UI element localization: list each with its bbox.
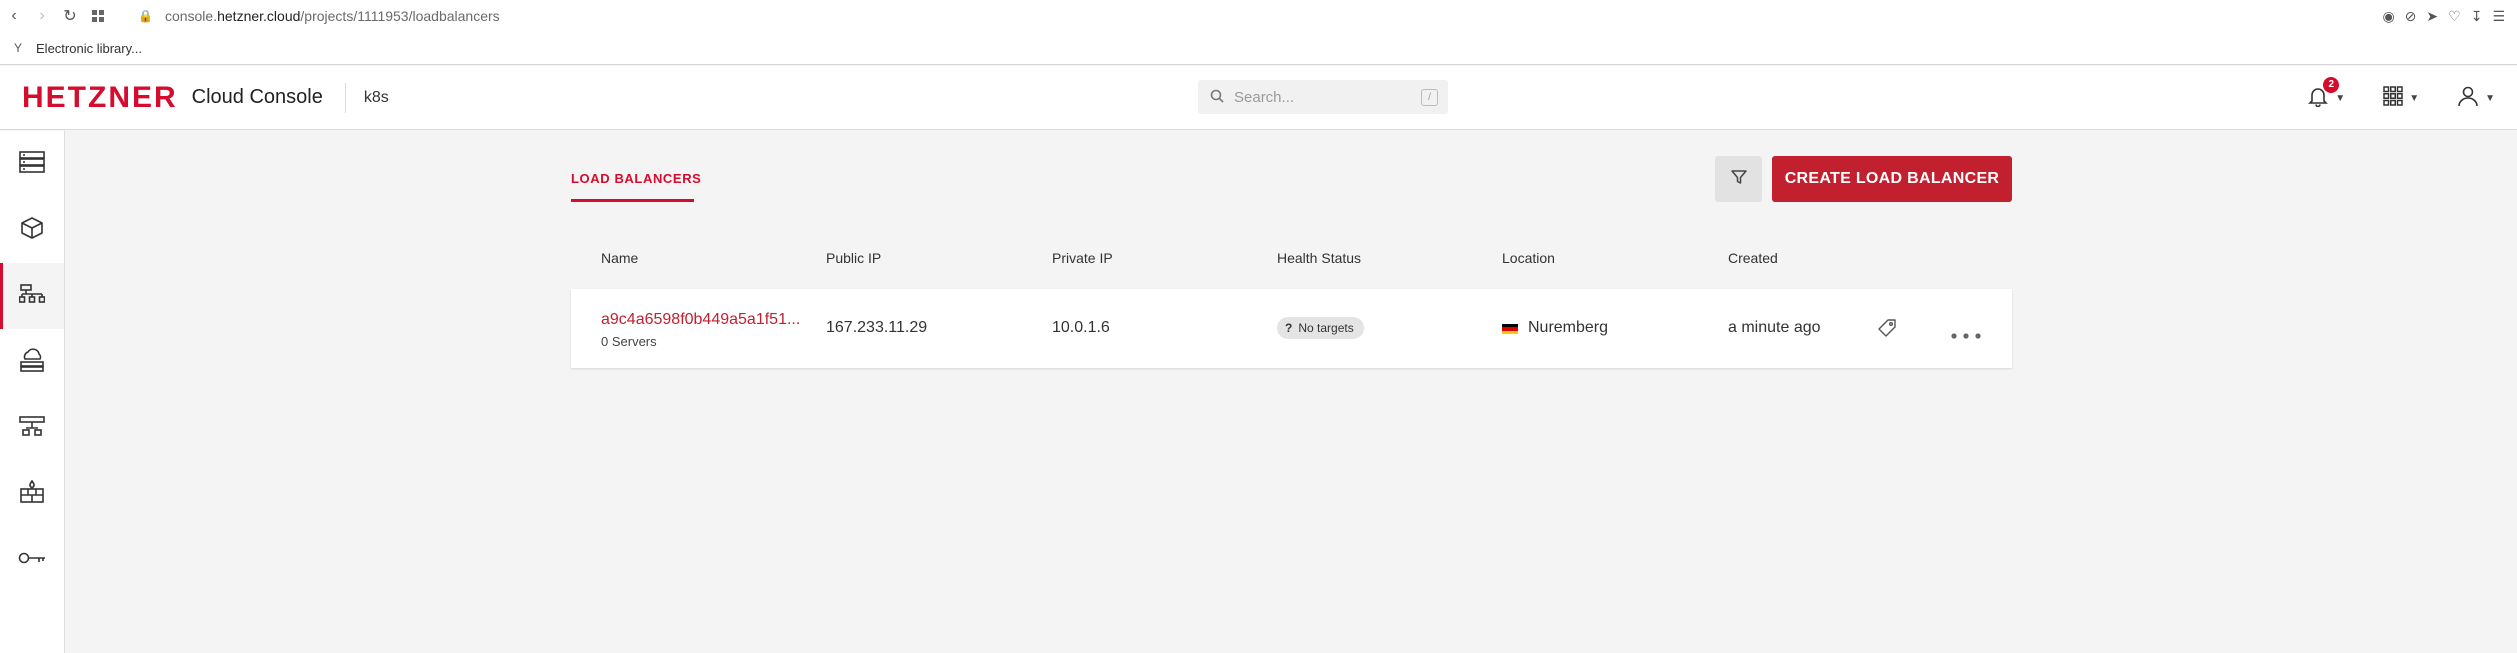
created-time: a minute ago <box>1728 319 1821 336</box>
column-header-location[interactable]: Location <box>1502 250 1555 266</box>
chevron-down-icon: ▼ <box>2409 92 2420 104</box>
load-balancer-icon <box>18 283 46 309</box>
tag-icon[interactable] <box>1877 318 1897 343</box>
create-load-balancer-button[interactable]: CREATE LOAD BALANCER <box>1772 156 2012 202</box>
firewall-icon <box>19 478 45 509</box>
address-bar[interactable]: 🔒 console. hetzner.cloud/projects/1111953… <box>126 8 500 24</box>
notifications-button[interactable]: 2 ▼ <box>2307 76 2346 112</box>
bookmarks-bar: Y Electronic library... <box>0 32 2517 65</box>
column-header-health-status[interactable]: Health Status <box>1277 250 1361 266</box>
table-row[interactable]: a9c4a6598f0b449a5a1f51... 0 Servers 167.… <box>571 289 2012 368</box>
sidebar <box>0 131 65 653</box>
url-host: hetzner.cloud <box>217 8 301 24</box>
camera-icon[interactable]: ◉ <box>2382 8 2394 25</box>
network-icon <box>19 415 45 442</box>
lock-icon: 🔒 <box>138 9 153 23</box>
filter-button[interactable] <box>1715 156 1762 202</box>
download-icon[interactable]: ↧ <box>2471 8 2483 25</box>
hetzner-logo[interactable]: HETZNER <box>22 81 178 115</box>
block-icon[interactable]: ⊘ <box>2405 8 2417 25</box>
load-balancer-name-link[interactable]: a9c4a6598f0b449a5a1f51... <box>601 311 800 329</box>
filter-icon <box>1730 168 1748 191</box>
project-selector[interactable]: k8s <box>364 89 389 107</box>
back-icon[interactable]: ‹ <box>0 2 28 30</box>
account-menu-button[interactable]: ▼ <box>2457 85 2495 112</box>
browser-toolbar: ‹ › ↻ 🔒 console. hetzner.cloud/projects/1… <box>0 0 2517 32</box>
heart-icon[interactable]: ♡ <box>2448 8 2461 25</box>
forward-icon[interactable]: › <box>28 2 56 30</box>
search-input[interactable] <box>1234 88 1404 106</box>
question-icon: ? <box>1285 321 1293 335</box>
cloud-network-icon <box>19 347 45 377</box>
column-header-created[interactable]: Created <box>1728 250 1778 266</box>
reload-icon[interactable]: ↻ <box>56 2 84 30</box>
health-status-badge: ? No targets <box>1277 317 1364 339</box>
apps-menu-button[interactable]: ▼ <box>2383 85 2420 111</box>
notification-badge: 2 <box>2323 76 2340 93</box>
user-icon <box>2457 85 2479 112</box>
germany-flag-icon <box>1502 324 1518 334</box>
sidebar-item-volumes[interactable] <box>0 197 64 263</box>
location: Nuremberg <box>1528 319 1609 336</box>
search-icon <box>1210 89 1224 106</box>
sidebar-item-servers[interactable] <box>0 131 64 197</box>
chevron-down-icon: ▼ <box>2335 92 2346 104</box>
key-icon <box>18 551 46 570</box>
browser-actions: ◉ ⊘ ➤ ♡ ↧ ☰ <box>2382 0 2505 32</box>
column-header-name[interactable]: Name <box>601 250 638 266</box>
cube-icon <box>20 216 44 245</box>
column-header-private-ip[interactable]: Private IP <box>1052 250 1113 266</box>
server-count: 0 Servers <box>601 334 657 349</box>
apps-grid-icon <box>2383 85 2403 111</box>
tab-load-balancers[interactable]: LOAD BALANCERS <box>571 171 701 186</box>
private-ip: 10.0.1.6 <box>1052 319 1110 336</box>
public-ip: 167.233.11.29 <box>826 319 928 336</box>
more-options-icon[interactable] <box>1951 326 1981 344</box>
sidebar-item-firewalls[interactable] <box>0 461 64 527</box>
sidebar-item-floating-ips[interactable] <box>0 329 64 395</box>
search-box[interactable]: / <box>1198 80 1448 114</box>
sidebar-item-security[interactable] <box>0 527 64 593</box>
app-header: HETZNER Cloud Console k8s / 2 ▼ ▼ ▼ <box>0 66 2517 130</box>
url-prefix: console. <box>164 8 218 24</box>
sidebar-item-load-balancers[interactable] <box>0 263 64 329</box>
bookmark-electronic-library[interactable]: Electronic library... <box>36 41 142 56</box>
chevron-down-icon: ▼ <box>2485 92 2495 104</box>
product-name: Cloud Console <box>191 86 323 108</box>
search-shortcut: / <box>1421 89 1438 106</box>
menu-icon[interactable]: ☰ <box>2492 8 2505 25</box>
send-icon[interactable]: ➤ <box>2426 8 2438 25</box>
grid-icon[interactable] <box>84 2 112 30</box>
url-path: /projects/1111953/loadbalancers <box>300 8 500 24</box>
tab-underline <box>571 199 694 202</box>
column-header-public-ip[interactable]: Public IP <box>826 250 881 266</box>
header-divider <box>344 82 346 113</box>
sidebar-item-networks[interactable] <box>0 395 64 461</box>
server-stack-icon <box>19 150 45 178</box>
bookmark-icon: Y <box>14 41 23 55</box>
health-status-label: No targets <box>1298 321 1354 335</box>
header-actions: 2 ▼ ▼ ▼ <box>2307 66 2495 130</box>
